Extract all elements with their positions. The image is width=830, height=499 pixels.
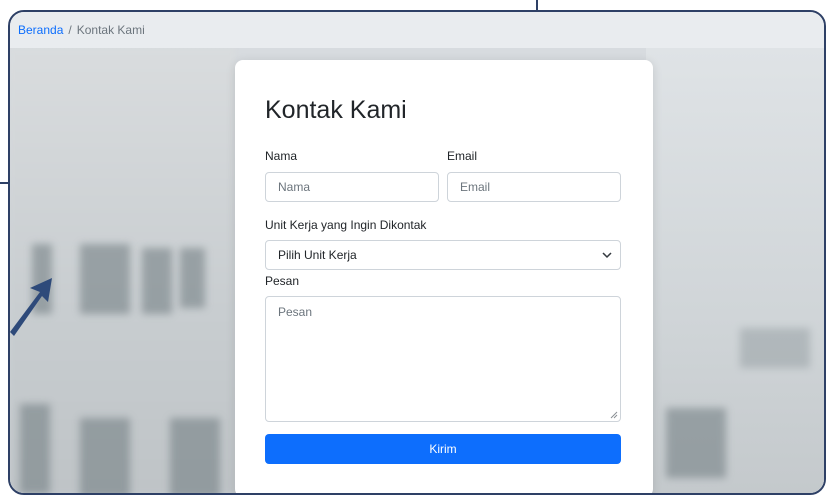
background-window	[80, 418, 130, 493]
breadcrumb-current: Kontak Kami	[76, 23, 145, 37]
contact-form-card: Kontak Kami Nama Nama Email Email Unit K…	[235, 60, 653, 493]
breadcrumb: Beranda / Kontak Kami	[10, 12, 824, 48]
email-input[interactable]: Email	[447, 172, 621, 202]
name-input[interactable]: Nama	[265, 172, 439, 202]
submit-button[interactable]: Kirim	[265, 434, 621, 464]
unit-select[interactable]: Pilih Unit Kerja	[265, 240, 621, 270]
message-placeholder: Pesan	[278, 305, 313, 319]
background-window	[180, 248, 205, 308]
page-title: Kontak Kami	[265, 96, 407, 124]
background-window	[20, 404, 50, 493]
resize-handle-icon[interactable]	[610, 411, 618, 419]
background-window	[80, 244, 130, 314]
background-window	[666, 408, 726, 478]
breadcrumb-separator: /	[68, 23, 72, 37]
chevron-down-icon	[602, 252, 612, 259]
unit-select-value: Pilih Unit Kerja	[278, 248, 357, 262]
browser-frame: Beranda / Kontak Kami Kontak Kami Nama N…	[8, 10, 826, 495]
background-window	[170, 418, 220, 493]
email-label: Email	[447, 149, 478, 163]
breadcrumb-home-link[interactable]: Beranda	[18, 23, 63, 37]
name-label: Nama	[265, 149, 298, 163]
message-textarea[interactable]: Pesan	[265, 296, 621, 422]
arrow-icon	[10, 278, 52, 336]
unit-label: Unit Kerja yang Ingin Dikontak	[265, 218, 427, 232]
message-label: Pesan	[265, 274, 300, 288]
background-window	[142, 248, 172, 314]
background-window	[740, 328, 810, 368]
